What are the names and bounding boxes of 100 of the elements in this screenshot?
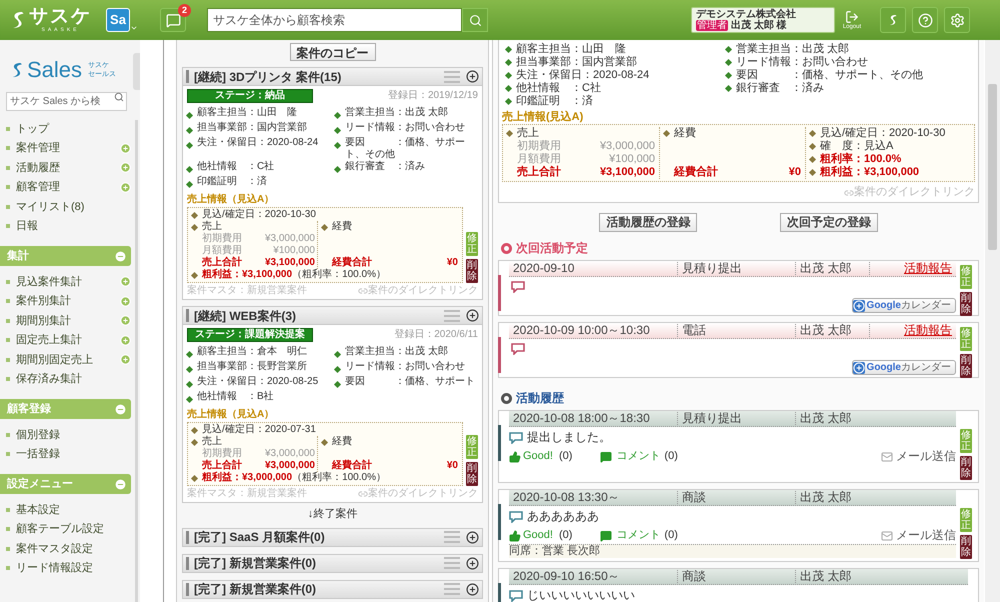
- delete-button[interactable]: 削除: [466, 259, 478, 283]
- field-text: 他社情報 ：C社: [197, 161, 274, 173]
- report-link[interactable]: 活動報告: [869, 262, 956, 275]
- delete-button[interactable]: 削除: [960, 456, 972, 480]
- bullet-icon: [808, 142, 816, 150]
- total-amount: ¥0: [446, 257, 458, 269]
- comment-icon: [511, 281, 525, 293]
- calendar-button[interactable]: Googleカレンダー: [852, 360, 956, 375]
- sidebar-item[interactable]: 案件マスタ設定: [16, 540, 93, 557]
- thumbs-up-icon[interactable]: [509, 530, 521, 542]
- add-icon[interactable]: [466, 309, 479, 322]
- line-amount: ¥3,000,000: [600, 140, 655, 153]
- user-name: 出茂 太郎 様: [731, 20, 787, 31]
- comment-link[interactable]: コメント: [616, 529, 660, 542]
- entry-person: 出茂 太郎: [795, 491, 869, 504]
- calendar-button[interactable]: Googleカレンダー: [852, 298, 956, 313]
- ring-icon: [501, 243, 512, 254]
- app-button[interactable]: [880, 7, 906, 33]
- sidebar-item[interactable]: 顧客管理: [16, 179, 60, 196]
- action-button[interactable]: 活動履歴の登録: [599, 213, 698, 232]
- field-text: 顧客主担当：倉本 明仁: [197, 346, 307, 358]
- app-switcher[interactable]: Sa: [106, 8, 130, 32]
- bullet-icon: [504, 58, 512, 66]
- sidebar-search-field[interactable]: サスケ Sales から検: [6, 92, 127, 111]
- add-icon[interactable]: [466, 70, 479, 83]
- scrollbar[interactable]: [985, 40, 1000, 602]
- delete-button[interactable]: 削除: [960, 354, 972, 378]
- menu-icon[interactable]: [444, 557, 460, 569]
- entry-person: 出茂 太郎: [795, 262, 869, 275]
- app-title: Sales: [27, 58, 82, 82]
- sidebar-item[interactable]: 期間別固定売上: [16, 352, 93, 368]
- revenue-label: 売上: [202, 221, 222, 232]
- delete-button[interactable]: 削除: [960, 535, 972, 559]
- sidebar-item[interactable]: トップ: [16, 120, 49, 137]
- comment-bubble-icon[interactable]: [600, 450, 612, 462]
- add-icon[interactable]: [466, 582, 479, 596]
- sidebar-item[interactable]: 個別登録: [16, 426, 60, 443]
- menu-icon[interactable]: [444, 70, 460, 82]
- sidebar-item[interactable]: 見込案件集計: [16, 274, 82, 290]
- bullet-icon: [190, 426, 198, 434]
- mail-link[interactable]: メール送信: [896, 450, 956, 463]
- delete-button[interactable]: 削除: [960, 292, 972, 316]
- settings-button[interactable]: [944, 7, 970, 33]
- case-title: [完了] SaaS 月額案件(0): [194, 529, 325, 546]
- line-label: 月額費用: [517, 153, 561, 166]
- bullet-icon: [334, 380, 342, 388]
- chat-icon[interactable]: [166, 12, 180, 28]
- sales-heading: 売上情報（見込A）: [187, 194, 276, 206]
- bullet-icon: [190, 438, 198, 446]
- search-field[interactable]: サスケ全体から顧客検索: [207, 8, 462, 32]
- sidebar-item[interactable]: 一括登録: [16, 446, 60, 462]
- help-button[interactable]: [912, 7, 938, 33]
- sidebar-item[interactable]: 案件管理: [16, 140, 60, 156]
- bullet-icon: [808, 168, 816, 176]
- sales-date: 見込/確定日：2020-10-30: [202, 209, 316, 220]
- sidebar-item[interactable]: 顧客テーブル設定: [16, 521, 104, 538]
- menu-icon[interactable]: [444, 310, 460, 322]
- field-text: 失注・保留日：2020-08-24: [197, 137, 318, 149]
- case-master: 案件マスタ：新規営業案件: [187, 285, 307, 297]
- sidebar-item[interactable]: 期間別集計: [16, 312, 71, 329]
- thumbs-up-icon[interactable]: [509, 450, 521, 462]
- delete-button[interactable]: 削除: [466, 462, 478, 486]
- sidebar-item[interactable]: 固定売上集計: [16, 332, 82, 348]
- report-link[interactable]: 活動報告: [869, 324, 956, 337]
- add-icon[interactable]: [466, 556, 479, 570]
- bullet-icon: [504, 84, 512, 92]
- bullet-icon: [186, 112, 194, 120]
- copy-button[interactable]: 案件のコピー: [290, 43, 376, 61]
- total-amount: ¥3,000,000: [264, 460, 315, 472]
- sidebar-item[interactable]: 案件別集計: [16, 293, 71, 310]
- sidebar-item[interactable]: 日報: [16, 218, 38, 234]
- entry-person: 出茂 太郎: [795, 324, 869, 337]
- bullet-icon: [334, 142, 342, 150]
- comment-link[interactable]: コメント: [616, 450, 660, 463]
- entry-type: 商談: [677, 570, 795, 583]
- comment-bubble-icon[interactable]: [600, 530, 612, 542]
- entry-person: 出茂 太郎: [795, 412, 869, 425]
- entry-date: 2020-09-10: [512, 262, 576, 275]
- sales-heading: 売上情報（見込A）: [187, 409, 276, 421]
- mail-link[interactable]: メール送信: [896, 529, 956, 542]
- sidebar-item[interactable]: 保存済み集計: [16, 371, 82, 388]
- field-text: 営業主担当：出茂 太郎: [345, 346, 448, 358]
- caret-icon[interactable]: [130, 24, 138, 32]
- line-amount: ¥100,000: [609, 153, 655, 166]
- closed-heading: ↓終了案件: [306, 506, 358, 522]
- search-icon: [468, 14, 482, 26]
- action-button[interactable]: 次回予定の登録: [780, 213, 878, 232]
- search-button[interactable]: [462, 8, 488, 32]
- line-amount: ¥100,000: [273, 245, 315, 257]
- menu-icon[interactable]: [444, 583, 460, 595]
- menu-icon[interactable]: [444, 531, 460, 543]
- add-icon[interactable]: [466, 530, 479, 544]
- bullet-icon: [662, 130, 670, 138]
- ring-icon: [501, 393, 512, 404]
- sidebar-item[interactable]: 活動履歴: [16, 160, 60, 176]
- sidebar-item[interactable]: リード情報設定: [16, 560, 93, 576]
- sidebar-item[interactable]: マイリスト(8): [16, 198, 84, 215]
- company-name: デモシステム株式会社: [696, 9, 797, 20]
- sidebar-item[interactable]: 基本設定: [16, 502, 60, 518]
- line-label: 初期費用: [517, 140, 561, 152]
